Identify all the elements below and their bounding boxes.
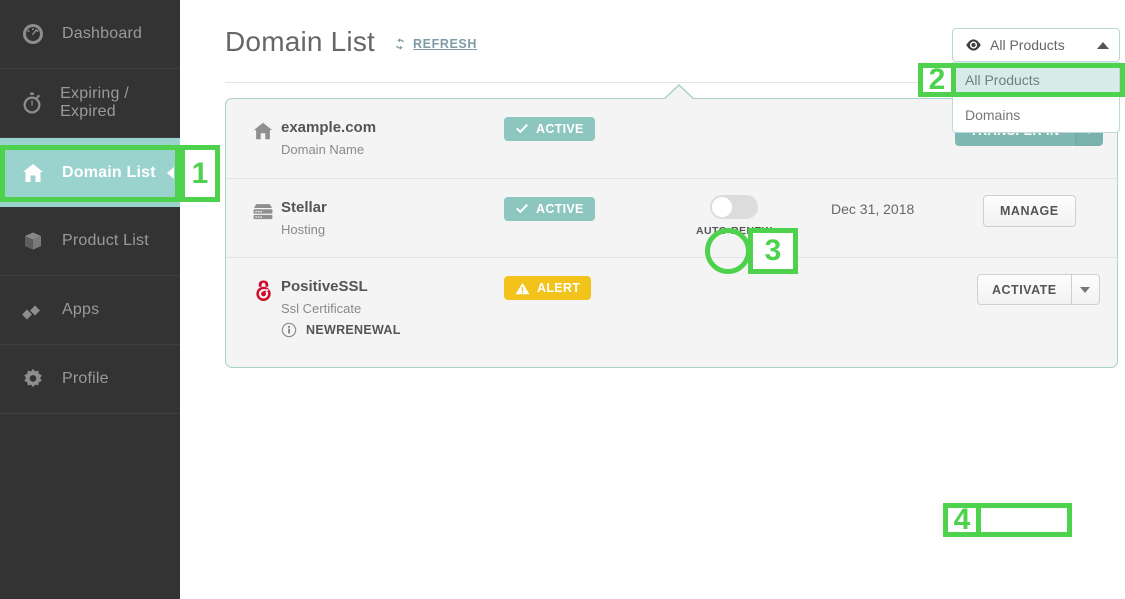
manage-label: MANAGE xyxy=(1000,204,1059,218)
app-root: Dashboard Expiring / Expired Domain List… xyxy=(0,0,1125,599)
annotation-box-1 xyxy=(0,145,180,202)
activate-dropdown-toggle[interactable] xyxy=(1071,274,1100,305)
status-badge: ACTIVE xyxy=(504,197,595,221)
panel-row-subtitle: Ssl Certificate xyxy=(281,301,362,316)
product-filter-value: All Products xyxy=(990,37,1065,53)
status-badge-label: ALERT xyxy=(537,281,581,295)
house-icon xyxy=(251,119,275,143)
manage-button[interactable]: MANAGE xyxy=(983,195,1076,227)
dashboard-gauge-icon xyxy=(20,21,46,47)
auto-renew-toggle[interactable] xyxy=(710,195,759,219)
status-badge: ALERT xyxy=(504,276,592,300)
annotation-number-1: 1 xyxy=(180,145,220,202)
sidebar-item-apps[interactable]: Apps xyxy=(0,276,180,345)
chevron-down-icon xyxy=(1080,286,1091,293)
filter-option-label: Domains xyxy=(965,106,1021,123)
check-icon xyxy=(515,123,529,135)
panel-row-hosting: Stellar Hosting ACTIVE AUTO-RENEW Dec 31… xyxy=(226,178,1119,257)
annotation-number-2: 2 xyxy=(918,63,956,97)
annotation-box-2 xyxy=(950,63,1125,97)
sidebar-item-profile[interactable]: Profile xyxy=(0,345,180,414)
status-badge-label: ACTIVE xyxy=(536,202,584,216)
diamonds-icon xyxy=(20,297,46,323)
panel-row-ssl: PositiveSSL Ssl Certificate NEWRENEWAL A… xyxy=(226,257,1119,338)
gear-icon xyxy=(20,366,46,392)
panel-row-subtitle: Hosting xyxy=(281,222,326,237)
sidebar-item-label: Product List xyxy=(62,232,149,249)
panel-row-date: Dec 31, 2018 xyxy=(831,201,915,217)
panel-row-name[interactable]: PositiveSSL xyxy=(281,278,368,295)
status-badge-label: ACTIVE xyxy=(536,122,584,136)
box-icon xyxy=(20,228,46,254)
sidebar-item-label: Profile xyxy=(62,370,109,387)
annotation-box-4 xyxy=(975,503,1072,537)
panel-row-name[interactable]: Stellar xyxy=(281,199,327,216)
product-filter-select[interactable]: All Products xyxy=(952,28,1120,62)
filter-option-domains[interactable]: Domains xyxy=(953,97,1119,132)
sidebar-item-product-list[interactable]: Product List xyxy=(0,207,180,276)
page-header: Domain List REFRESH xyxy=(225,26,477,58)
status-badge: ACTIVE xyxy=(504,117,595,141)
panel-row-note: NEWRENEWAL xyxy=(281,322,401,338)
sidebar-item-dashboard[interactable]: Dashboard xyxy=(0,0,180,69)
warning-icon xyxy=(515,282,530,295)
sidebar: Dashboard Expiring / Expired Domain List… xyxy=(0,0,180,599)
panel-caret-fill xyxy=(664,86,694,100)
toggle-knob xyxy=(712,197,733,217)
sidebar-item-expiring-expired[interactable]: Expiring / Expired xyxy=(0,69,180,138)
server-icon xyxy=(251,199,275,223)
sidebar-item-label: Expiring / Expired xyxy=(60,85,129,120)
annotation-number-4: 4 xyxy=(943,503,981,537)
activate-label[interactable]: ACTIVATE xyxy=(977,274,1072,305)
eye-icon xyxy=(965,38,982,52)
activate-button[interactable]: ACTIVATE xyxy=(977,274,1100,305)
page-title: Domain List xyxy=(225,26,376,57)
chevron-up-icon xyxy=(1097,41,1109,49)
sidebar-empty-area xyxy=(0,415,180,599)
ssl-lock-icon xyxy=(251,278,275,302)
panel-row-note-label: NEWRENEWAL xyxy=(306,323,401,337)
refresh-label: REFRESH xyxy=(413,37,477,51)
info-icon xyxy=(281,322,297,338)
sidebar-item-label: Dashboard xyxy=(62,25,143,42)
annotation-ring-3 xyxy=(705,228,751,274)
panel-row-subtitle: Domain Name xyxy=(281,142,365,157)
annotation-number-3: 3 xyxy=(748,228,798,274)
expanded-products-panel: example.com Domain Name ACTIVE TRANSFER … xyxy=(225,98,1119,368)
stopwatch-icon xyxy=(20,90,44,116)
check-icon xyxy=(515,203,529,215)
refresh-button[interactable]: REFRESH xyxy=(393,37,477,51)
refresh-icon xyxy=(393,37,407,51)
panel-row-name[interactable]: example.com xyxy=(281,119,376,136)
sidebar-item-label: Apps xyxy=(62,301,100,318)
